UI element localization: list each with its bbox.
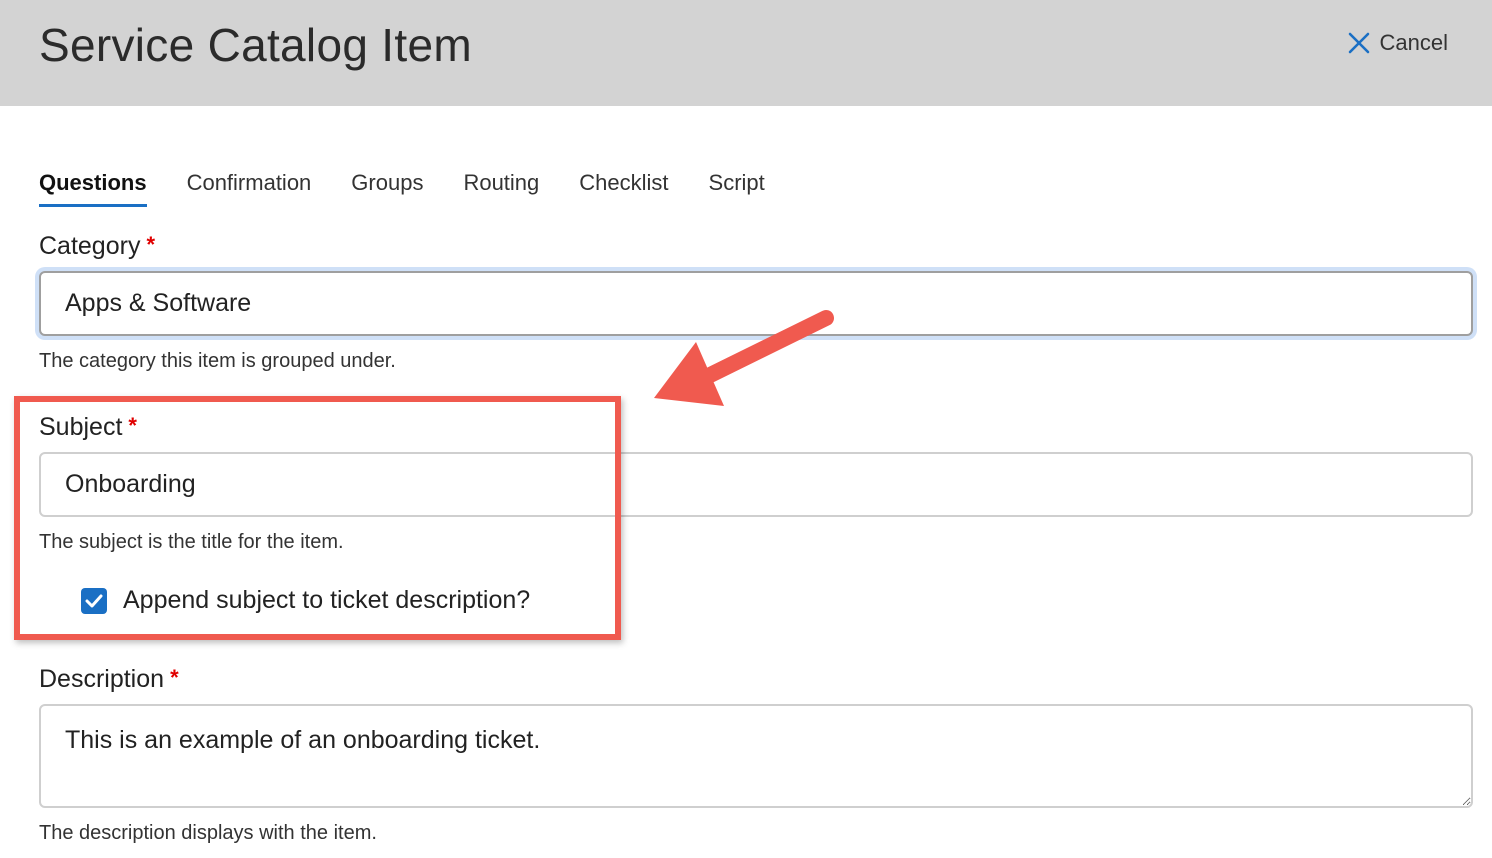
tab-script[interactable]: Script [709, 170, 765, 207]
required-marker: * [128, 413, 137, 438]
cancel-button[interactable]: Cancel [1348, 30, 1448, 56]
page-title: Service Catalog Item [39, 19, 472, 71]
subject-help-text: The subject is the title for the item. [39, 531, 344, 553]
append-subject-option[interactable]: Append subject to ticket description? [81, 586, 530, 615]
tab-questions[interactable]: Questions [39, 170, 147, 207]
description-label-text: Description [39, 665, 165, 693]
tab-bar: Questions Confirmation Groups Routing Ch… [39, 170, 765, 207]
tab-confirmation[interactable]: Confirmation [187, 170, 312, 207]
header-bar: Service Catalog Item Cancel [0, 0, 1492, 106]
category-input[interactable] [39, 271, 1473, 336]
description-textarea[interactable]: This is an example of an onboarding tick… [39, 704, 1473, 808]
cancel-label: Cancel [1379, 30, 1448, 55]
tab-groups[interactable]: Groups [351, 170, 423, 207]
checkmark-icon [85, 594, 103, 607]
description-help-text: The description displays with the item. [39, 822, 377, 844]
subject-label-text: Subject [39, 413, 123, 441]
subject-label: Subject * [39, 413, 137, 442]
required-marker: * [146, 232, 156, 257]
tab-checklist[interactable]: Checklist [579, 170, 668, 207]
close-icon [1348, 32, 1370, 54]
required-marker: * [170, 665, 179, 690]
category-label-text: Category [39, 232, 141, 260]
append-subject-checkbox[interactable] [81, 587, 107, 614]
subject-input[interactable] [39, 452, 1473, 517]
description-label: Description * [39, 665, 179, 694]
tab-routing[interactable]: Routing [463, 170, 539, 207]
category-label: Category * [39, 232, 155, 261]
append-subject-label: Append subject to ticket description? [123, 586, 531, 614]
category-help-text: The category this item is grouped under. [39, 350, 396, 372]
